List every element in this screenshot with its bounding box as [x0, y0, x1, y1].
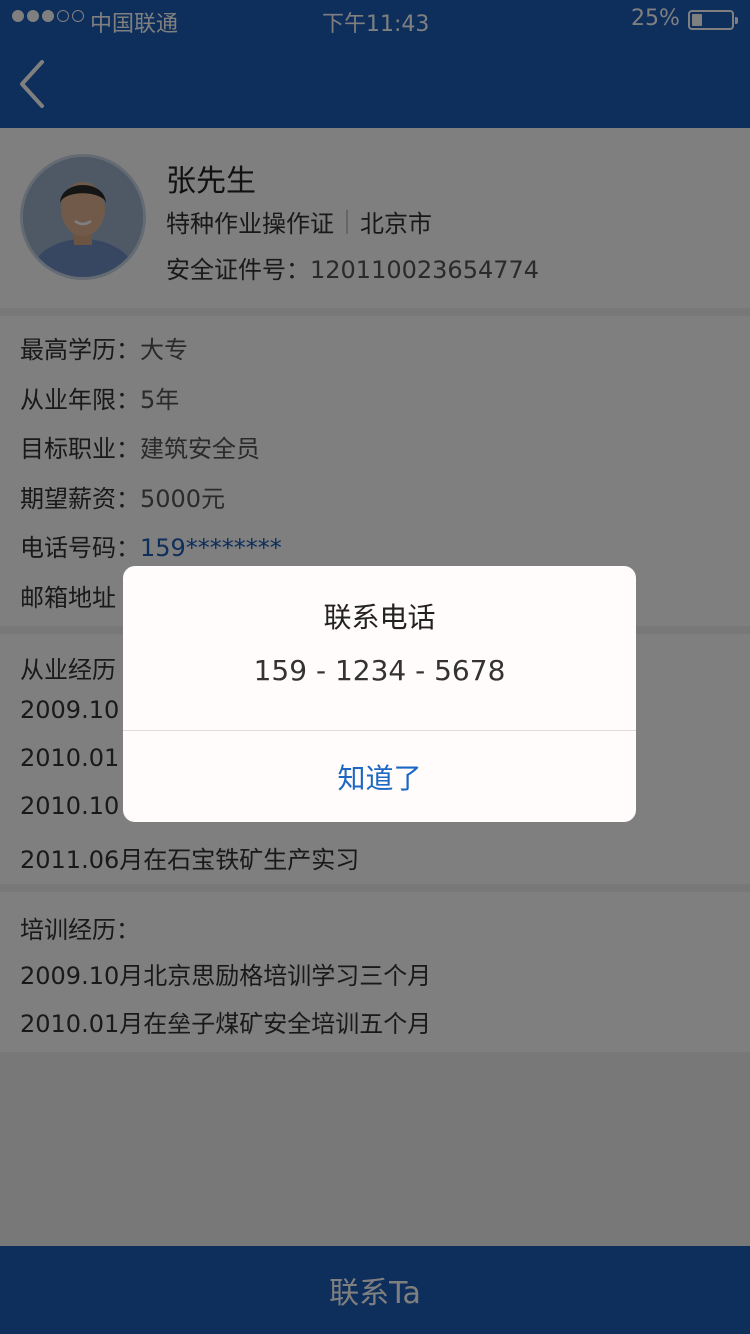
- contact-phone-dialog: 联系电话 159 - 1234 - 5678 知道了: [123, 566, 636, 822]
- dialog-phone-number: 159 - 1234 - 5678: [253, 654, 506, 687]
- dialog-title: 联系电话: [323, 601, 436, 634]
- dialog-ok-button[interactable]: 知道了: [123, 731, 636, 822]
